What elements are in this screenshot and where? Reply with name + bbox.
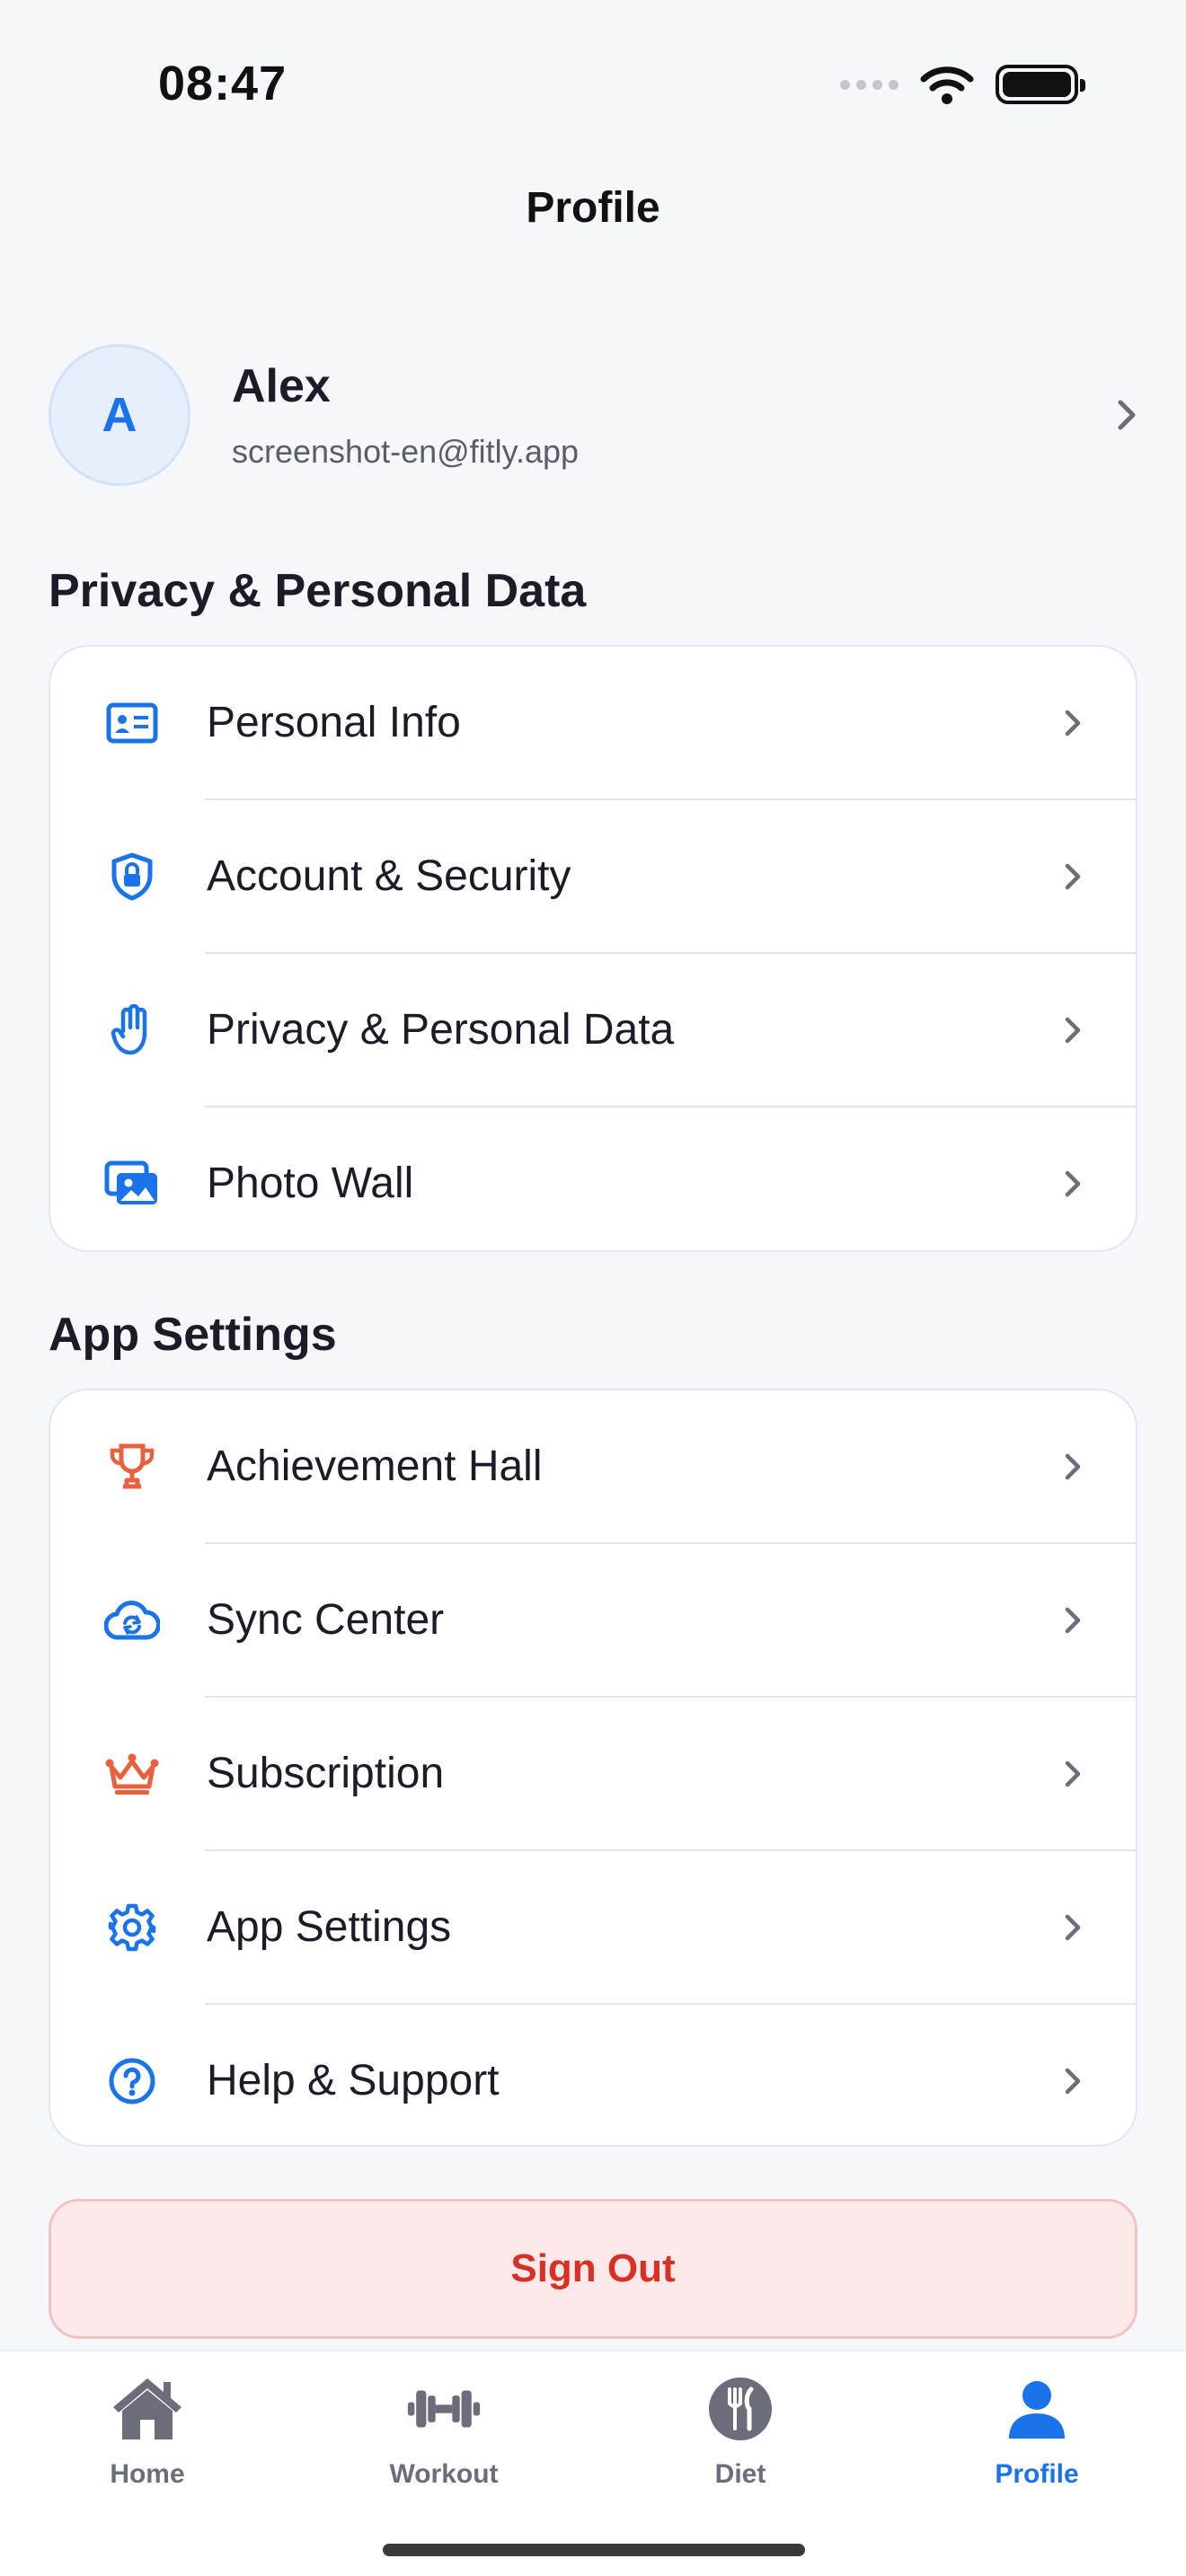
profile-text: Alex screenshot-en@fitly.app	[232, 359, 1109, 471]
menu-item-label: Personal Info	[207, 699, 461, 746]
shield-lock-icon	[102, 847, 162, 906]
menu-item-photo-wall[interactable]: Photo Wall	[50, 1107, 1136, 1250]
sign-out-button[interactable]: Sign Out	[49, 2199, 1137, 2339]
section-title-app-settings: App Settings	[49, 1309, 337, 1361]
photos-icon	[102, 1154, 162, 1213]
profile-email: screenshot-en@fitly.app	[232, 433, 580, 470]
menu-item-label: Sync Center	[207, 1596, 445, 1644]
tab-bar: Home Workout Diet Profile	[0, 2350, 1186, 2576]
tab-diet[interactable]: Diet	[651, 2371, 830, 2490]
app-settings-card: Achievement Hall Sync Center Subscriptio…	[49, 1389, 1137, 2147]
menu-item-privacy-data[interactable]: Privacy & Personal Data	[50, 954, 1136, 1106]
trophy-icon	[102, 1437, 162, 1496]
menu-item-app-settings[interactable]: App Settings	[50, 1851, 1136, 2003]
status-bar: 08:47	[0, 0, 1186, 135]
menu-item-label: App Settings	[207, 1903, 452, 1951]
tab-label: Home	[110, 2459, 185, 2489]
status-time: 08:47	[158, 57, 288, 110]
home-indicator	[383, 2544, 805, 2556]
menu-item-label: Subscription	[207, 1750, 445, 1797]
chevron-right-icon	[1055, 859, 1091, 895]
chevron-right-icon	[1055, 1012, 1091, 1048]
tab-label: Diet	[714, 2459, 766, 2489]
status-icons	[840, 65, 1085, 104]
tab-profile[interactable]: Profile	[947, 2371, 1127, 2490]
tab-label: Profile	[995, 2459, 1079, 2489]
chevron-right-icon	[1055, 705, 1091, 741]
menu-item-label: Help & Support	[207, 2057, 500, 2104]
wifi-icon	[920, 66, 974, 104]
menu-item-sync-center[interactable]: Sync Center	[50, 1544, 1136, 1696]
profile-name: Alex	[232, 360, 331, 412]
home-icon	[110, 2371, 185, 2447]
page-title: Profile	[526, 184, 660, 232]
privacy-card: Personal Info Account & Security Privacy…	[49, 645, 1137, 1252]
fork-knife-icon	[703, 2371, 778, 2447]
dumbbell-icon	[406, 2371, 482, 2447]
chevron-right-icon	[1055, 1756, 1091, 1792]
cellular-signal-icon	[840, 79, 898, 90]
menu-item-label: Photo Wall	[207, 1160, 414, 1207]
chevron-right-icon	[1055, 1910, 1091, 1945]
profile-summary-row[interactable]: A Alex screenshot-en@fitly.app	[49, 343, 1145, 487]
menu-item-subscription[interactable]: Subscription	[50, 1698, 1136, 1849]
menu-item-label: Achievement Hall	[207, 1442, 543, 1490]
person-icon	[999, 2371, 1075, 2447]
avatar: A	[49, 344, 190, 486]
chevron-right-icon	[1055, 1166, 1091, 1202]
menu-item-personal-info[interactable]: Personal Info	[50, 647, 1136, 798]
menu-item-account-security[interactable]: Account & Security	[50, 800, 1136, 952]
profile-screen: 08:47 Profile A Alex screenshot-en@fitly…	[0, 0, 1186, 2576]
menu-item-label: Account & Security	[207, 852, 571, 900]
chevron-right-icon	[1109, 397, 1145, 433]
tab-workout[interactable]: Workout	[354, 2371, 534, 2490]
cloud-sync-icon	[102, 1591, 162, 1650]
gear-icon	[102, 1898, 162, 1957]
question-icon	[102, 2051, 162, 2111]
menu-item-help-support[interactable]: Help & Support	[50, 2005, 1136, 2145]
menu-item-achievement-hall[interactable]: Achievement Hall	[50, 1390, 1136, 1542]
chevron-right-icon	[1055, 1449, 1091, 1485]
chevron-right-icon	[1055, 2063, 1091, 2099]
id-card-icon	[102, 693, 162, 753]
menu-item-label: Privacy & Personal Data	[207, 1006, 675, 1054]
tab-label: Workout	[389, 2459, 499, 2489]
battery-icon	[996, 65, 1085, 104]
tab-home[interactable]: Home	[58, 2371, 237, 2490]
crown-icon	[102, 1744, 162, 1804]
section-title-privacy: Privacy & Personal Data	[49, 565, 587, 617]
hand-icon	[102, 1001, 162, 1060]
chevron-right-icon	[1055, 1602, 1091, 1638]
